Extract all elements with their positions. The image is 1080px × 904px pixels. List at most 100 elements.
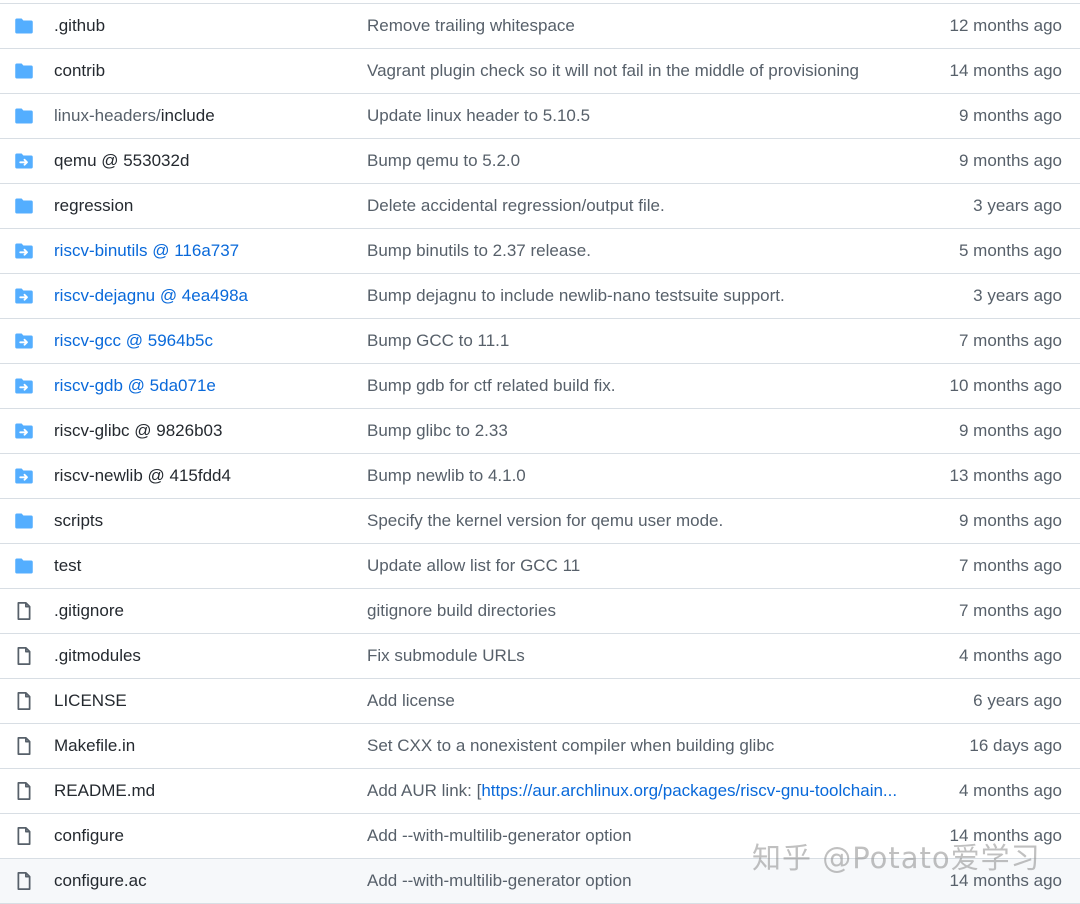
file-name-text: include: [160, 106, 215, 125]
commit-message-link[interactable]: Add AUR link: [https://aur.archlinux.org…: [367, 769, 897, 813]
file-name-link[interactable]: configure: [54, 814, 124, 858]
commit-age: 3 years ago: [973, 286, 1062, 305]
file-row[interactable]: qemu @ 553032d Bump qemu to 5.2.0 9 months…: [0, 139, 1080, 184]
commit-message-link[interactable]: Fix submodule URLs: [367, 634, 525, 678]
commit-age: 7 months ago: [958, 331, 1062, 350]
file-name-link[interactable]: regression: [54, 184, 133, 228]
file-row[interactable]: regression Delete accidental regression/o…: [0, 184, 1080, 229]
file-row[interactable]: riscv-gdb @ 5da071e Bump gdb for ctf rela…: [0, 364, 1080, 409]
file-row[interactable]: riscv-glibc @ 9826b03 Bump glibc to 2.33 9…: [0, 409, 1080, 454]
commit-age: 14 months ago: [949, 61, 1062, 80]
file-icon: [17, 782, 31, 800]
file-icon: [17, 872, 31, 890]
file-icon: [17, 692, 31, 710]
file-name-link[interactable]: linux-headers/include: [54, 94, 215, 138]
file-name-link[interactable]: LICENSE: [54, 679, 127, 723]
file-name-link[interactable]: configure.ac: [54, 859, 147, 903]
commit-message-link[interactable]: Bump qemu to 5.2.0: [367, 139, 520, 183]
file-row[interactable]: contrib Vagrant plugin check so it will n…: [0, 49, 1080, 94]
file-name-link[interactable]: .gitignore: [54, 589, 124, 633]
submodule-folder-icon: [15, 378, 33, 394]
file-row[interactable]: configure Add --with-multilib-generator o…: [0, 814, 1080, 859]
commit-message-text: Add AUR link: [: [367, 781, 482, 800]
submodule-folder-icon: [15, 288, 33, 304]
commit-message-link[interactable]: Update linux header to 5.10.5: [367, 94, 590, 138]
file-row[interactable]: linux-headers/include Update linux header…: [0, 94, 1080, 139]
file-row[interactable]: README.md Add AUR link: [https://aur.arch…: [0, 769, 1080, 814]
file-row[interactable]: scripts Specify the kernel version for qe…: [0, 499, 1080, 544]
file-row[interactable]: test Update allow list for GCC 11 7 months…: [0, 544, 1080, 589]
commit-age: 9 months ago: [958, 511, 1062, 530]
commit-age: 14 months ago: [949, 871, 1062, 890]
folder-icon: [15, 198, 33, 214]
file-name-link[interactable]: riscv-dejagnu @ 4ea498a: [54, 274, 248, 318]
submodule-folder-icon: [15, 333, 33, 349]
file-row[interactable]: Makefile.in Set CXX to a nonexistent comp…: [0, 724, 1080, 769]
commit-age: 13 months ago: [949, 466, 1062, 485]
file-name-link[interactable]: riscv-gcc @ 5964b5c: [54, 319, 213, 363]
commit-message-link[interactable]: Add --with-multilib-generator option: [367, 859, 632, 903]
file-name-link[interactable]: .gitmodules: [54, 634, 141, 678]
file-name-link[interactable]: README.md: [54, 769, 155, 813]
file-name-link[interactable]: .github: [54, 4, 105, 48]
commit-age: 7 months ago: [958, 556, 1062, 575]
folder-icon: [15, 558, 33, 574]
submodule-folder-icon: [15, 243, 33, 259]
file-name-link[interactable]: riscv-binutils @ 116a737: [54, 229, 239, 273]
file-icon: [17, 827, 31, 845]
file-name-link[interactable]: contrib: [54, 49, 105, 93]
submodule-folder-icon: [15, 153, 33, 169]
commit-age: 10 months ago: [949, 376, 1062, 395]
file-name-link[interactable]: scripts: [54, 499, 103, 543]
commit-message-link[interactable]: Bump gdb for ctf related build fix.: [367, 364, 616, 408]
file-row[interactable]: LICENSE Add license 6 years ago: [0, 679, 1080, 724]
commit-message-link[interactable]: Set CXX to a nonexistent compiler when b…: [367, 724, 774, 768]
file-row[interactable]: riscv-binutils @ 116a737 Bump binutils to…: [0, 229, 1080, 274]
file-name-link[interactable]: Makefile.in: [54, 724, 135, 768]
commit-message-link[interactable]: Specify the kernel version for qemu user…: [367, 499, 723, 543]
commit-message-link[interactable]: Bump newlib to 4.1.0: [367, 454, 526, 498]
folder-icon: [15, 63, 33, 79]
commit-message-link[interactable]: Bump binutils to 2.37 release.: [367, 229, 591, 273]
commit-message-link[interactable]: Delete accidental regression/output file…: [367, 184, 665, 228]
submodule-folder-icon: [15, 423, 33, 439]
folder-icon: [15, 18, 33, 34]
commit-age: 9 months ago: [958, 151, 1062, 170]
file-icon: [17, 602, 31, 620]
file-name-link[interactable]: riscv-glibc @ 9826b03: [54, 409, 222, 453]
commit-message-link[interactable]: Bump dejagnu to include newlib-nano test…: [367, 274, 785, 318]
commit-message-url-link[interactable]: https://aur.archlinux.org/packages/riscv…: [481, 781, 897, 800]
commit-age: 3 years ago: [973, 196, 1062, 215]
commit-message-link[interactable]: Bump GCC to 11.1: [367, 319, 509, 363]
commit-message-link[interactable]: Vagrant plugin check so it will not fail…: [367, 49, 859, 93]
file-name-link[interactable]: riscv-gdb @ 5da071e: [54, 364, 216, 408]
commit-age: 12 months ago: [949, 16, 1062, 35]
file-row[interactable]: configure.ac Add --with-multilib-generato…: [0, 859, 1080, 904]
folder-icon: [15, 108, 33, 124]
file-icon: [17, 647, 31, 665]
folder-icon: [15, 513, 33, 529]
file-row[interactable]: .gitmodules Fix submodule URLs 4 months ag…: [0, 634, 1080, 679]
file-name-link[interactable]: test: [54, 544, 81, 588]
commit-message-link[interactable]: Remove trailing whitespace: [367, 4, 575, 48]
file-row[interactable]: riscv-newlib @ 415fdd4 Bump newlib to 4.1…: [0, 454, 1080, 499]
commit-message-link[interactable]: Update allow list for GCC 11: [367, 544, 580, 588]
submodule-folder-icon: [15, 468, 33, 484]
file-row[interactable]: riscv-gcc @ 5964b5c Bump GCC to 11.1 7 mon…: [0, 319, 1080, 364]
file-name-path-prefix: linux-headers/: [54, 106, 161, 125]
commit-age: 4 months ago: [958, 646, 1062, 665]
commit-age: 5 months ago: [958, 241, 1062, 260]
file-row[interactable]: .gitignore gitignore build directories 7 m…: [0, 589, 1080, 634]
commit-message-link[interactable]: Bump glibc to 2.33: [367, 409, 508, 453]
commit-age: 6 years ago: [973, 691, 1062, 710]
file-name-link[interactable]: riscv-newlib @ 415fdd4: [54, 454, 231, 498]
commit-age: 16 days ago: [969, 736, 1062, 755]
commit-message-link[interactable]: Add --with-multilib-generator option: [367, 814, 632, 858]
commit-message-link[interactable]: gitignore build directories: [367, 589, 556, 633]
file-name-link[interactable]: qemu @ 553032d: [54, 139, 189, 183]
commit-age: 7 months ago: [958, 601, 1062, 620]
file-row[interactable]: riscv-dejagnu @ 4ea498a Bump dejagnu to i…: [0, 274, 1080, 319]
file-list: .github Remove trailing whitespace 12 mont…: [0, 3, 1080, 904]
file-row[interactable]: .github Remove trailing whitespace 12 mont…: [0, 4, 1080, 49]
commit-message-link[interactable]: Add license: [367, 679, 455, 723]
